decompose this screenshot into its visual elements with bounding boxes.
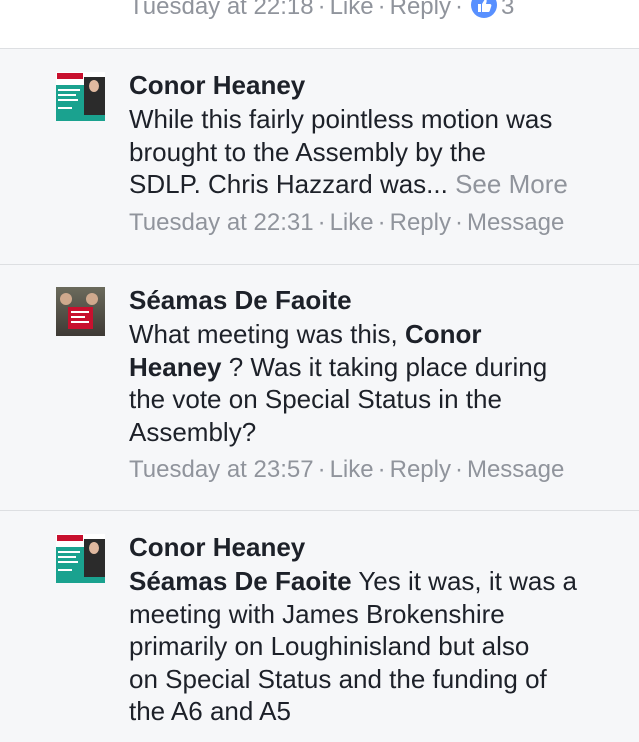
- reply-link[interactable]: Reply: [390, 209, 451, 236]
- see-more-link[interactable]: See More: [455, 169, 568, 199]
- commenter-name[interactable]: Conor Heaney: [129, 69, 305, 101]
- mention-link[interactable]: Séamas De Faoite: [129, 566, 352, 596]
- comment-text: What meeting was this, Conor Heaney ? Wa…: [129, 319, 548, 447]
- like-link[interactable]: Like: [330, 456, 374, 483]
- comment-meta: Tuesday at 22:31 · Like · Reply · Message: [129, 209, 565, 236]
- avatar[interactable]: [56, 534, 105, 583]
- thumbs-up-icon[interactable]: [470, 0, 497, 18]
- avatar[interactable]: [56, 72, 105, 121]
- reply-link[interactable]: Reply: [390, 456, 451, 483]
- comment: Conor Heaney Séamas De Faoite Yes it was…: [0, 511, 639, 742]
- comment-time[interactable]: Tuesday at 22:31: [129, 209, 314, 236]
- comment: Séamas De Faoite What meeting was this, …: [0, 265, 639, 511]
- reply-link[interactable]: Reply: [390, 0, 451, 20]
- comment-text: While this fairly pointless motion was b…: [129, 104, 568, 199]
- comment-time[interactable]: Tuesday at 22:18: [129, 0, 314, 20]
- like-link[interactable]: Like: [330, 0, 374, 20]
- mention-link[interactable]: Conor: [405, 319, 482, 349]
- message-link[interactable]: Message: [467, 209, 564, 236]
- commenter-name[interactable]: Séamas De Faoite: [129, 284, 352, 316]
- commenter-name[interactable]: Conor Heaney: [129, 531, 305, 563]
- avatar[interactable]: [56, 287, 105, 336]
- comment-meta: Tuesday at 22:18 · Like · Reply · 3: [129, 0, 514, 22]
- reaction-count[interactable]: 3: [497, 0, 514, 20]
- comment: Conor Heaney While this fairly pointless…: [0, 49, 639, 265]
- comment-text: Séamas De Faoite Yes it was, it was a me…: [129, 566, 578, 726]
- message-link[interactable]: Message: [467, 456, 564, 483]
- previous-comment-footer: Tuesday at 22:18 · Like · Reply · 3: [0, 0, 639, 49]
- comment-time[interactable]: Tuesday at 23:57: [129, 456, 314, 483]
- like-link[interactable]: Like: [330, 209, 374, 236]
- mention-link[interactable]: Heaney: [129, 352, 222, 382]
- comment-meta: Tuesday at 23:57 · Like · Reply · Message: [129, 456, 565, 483]
